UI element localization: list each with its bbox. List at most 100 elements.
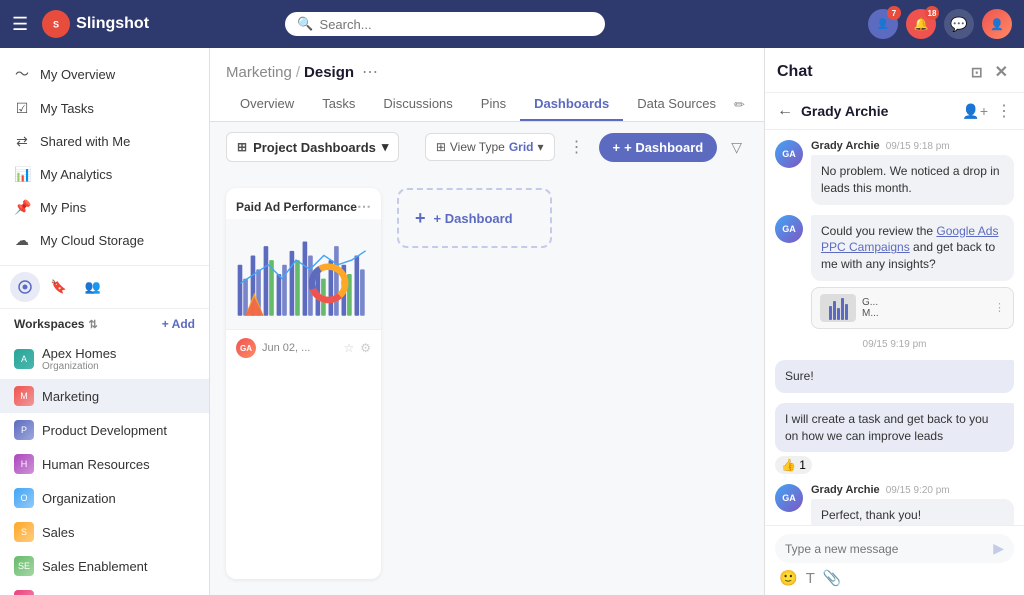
chat-input-area: ▶ 🙂 T 📎 xyxy=(765,525,1024,595)
sidebar-item-analytics[interactable]: 📊 My Analytics xyxy=(0,158,209,191)
search-bar[interactable]: 🔍 xyxy=(285,12,605,36)
chat-input[interactable] xyxy=(785,542,989,556)
chat-subheader-more-btn[interactable]: ⋮ xyxy=(996,101,1012,121)
breadcrumb: Marketing / Design ⋯ xyxy=(226,48,748,82)
sidebar-item-overview[interactable]: 〜 My Overview xyxy=(0,56,209,92)
msg-reaction[interactable]: 👍 1 xyxy=(775,456,812,474)
workspaces-label: Workspaces xyxy=(14,317,84,331)
sidebar-item-shared[interactable]: ⇄ Shared with Me xyxy=(0,125,209,158)
chat-user-name: Grady Archie xyxy=(801,103,954,119)
msg-content-5: Grady Archie 09/15 9:20 pm Perfect, than… xyxy=(811,484,1014,525)
workspace-sales-icon: S xyxy=(14,522,34,542)
tab-tasks[interactable]: Tasks xyxy=(308,88,369,121)
workspace-product[interactable]: P Product Development ⋮ xyxy=(0,413,209,447)
logo-icon: S xyxy=(42,10,70,38)
sidebar-item-tasks[interactable]: ☑ My Tasks xyxy=(0,92,209,125)
workspace-apex-sub: Organization xyxy=(42,361,171,372)
chat-close-btn[interactable]: ✕ xyxy=(991,60,1012,84)
attach-more-btn[interactable]: ⋮ xyxy=(994,301,1005,314)
card-more-btn[interactable]: ⋯ xyxy=(357,198,371,215)
filter-btn[interactable]: ▽ xyxy=(725,135,748,160)
chat-send-btn[interactable]: ▶ xyxy=(993,540,1004,557)
workspace-sales[interactable]: S Sales ⋮ xyxy=(0,515,209,549)
sidebar-people-btn[interactable]: 👥 xyxy=(78,272,108,302)
text-format-btn[interactable]: T xyxy=(806,570,815,587)
msg-header-1: Grady Archie 09/15 9:18 pm xyxy=(811,140,1014,152)
sidebar-bookmark-btn[interactable]: 🔖 xyxy=(44,272,74,302)
workspace-hr[interactable]: H Human Resources ⋮ xyxy=(0,447,209,481)
notifications-avatar[interactable]: 👤 7 xyxy=(868,9,898,39)
chat-header-actions: ⊡ ✕ xyxy=(967,60,1012,84)
search-input[interactable] xyxy=(320,17,594,32)
add-workspace-btn[interactable]: + Add xyxy=(162,317,195,331)
workspace-org[interactable]: O Organization ⋮ xyxy=(0,481,209,515)
workspace-sales-name-wrap: Sales xyxy=(42,525,171,540)
sidebar-item-shared-label: Shared with Me xyxy=(40,134,130,149)
hamburger-menu[interactable]: ☰ xyxy=(12,14,28,35)
overview-icon: 〜 xyxy=(14,64,30,84)
msg-row-5: GA Grady Archie 09/15 9:20 pm Perfect, t… xyxy=(775,484,1014,525)
tab-pins[interactable]: Pins xyxy=(467,88,520,121)
workspace-org-name-wrap: Organization xyxy=(42,491,171,506)
msg-text-1: No problem. We noticed a drop in leads t… xyxy=(821,164,1000,195)
add-btn-label: + Dashboard xyxy=(624,140,703,155)
sort-icon[interactable]: ⇅ xyxy=(88,318,97,331)
msg-avatar-grady-2: GA xyxy=(775,215,803,243)
tab-datasources[interactable]: Data Sources xyxy=(623,88,730,121)
tab-dashboards[interactable]: Dashboards xyxy=(520,88,623,121)
sidebar-item-cloud[interactable]: ☁ My Cloud Storage xyxy=(0,224,209,257)
attachment-btn[interactable]: 📎 xyxy=(823,569,842,587)
app-name: Slingshot xyxy=(76,15,149,33)
emoji-btn[interactable]: 🙂 xyxy=(779,569,798,587)
card-options-btn[interactable]: ⚙ xyxy=(360,341,371,355)
chat-add-user-btn[interactable]: 👤+ xyxy=(962,103,988,120)
sidebar-layers-btn[interactable] xyxy=(10,272,40,302)
msg-bubble-1: No problem. We noticed a drop in leads t… xyxy=(811,155,1014,205)
msg-link[interactable]: Google Ads PPC Campaigns xyxy=(821,224,998,255)
add-dashboard-btn[interactable]: + + Dashboard xyxy=(599,133,718,162)
chat-back-btn[interactable]: ← xyxy=(777,102,793,120)
dashboard-selector[interactable]: ⊞ Project Dashboards ▾ xyxy=(226,132,399,162)
selector-label: Project Dashboards xyxy=(253,140,376,155)
search-icon: 🔍 xyxy=(297,16,313,32)
add-dashboard-card[interactable]: + + Dashboard xyxy=(397,188,552,248)
alert-badge: 18 xyxy=(925,6,939,20)
workspace-apex[interactable]: A Apex Homes Organization ⋮ xyxy=(0,339,209,379)
workspace-apex-name: Apex Homes xyxy=(42,346,171,361)
toolbar-more-btn[interactable]: ⋮ xyxy=(563,133,591,161)
dashboard-card-paid-ad[interactable]: Paid Ad Performance ⋯ xyxy=(226,188,381,579)
workspace-keyacc[interactable]: K Key Accounts ⋮ xyxy=(0,583,209,595)
msg-time-1: 09/15 9:18 pm xyxy=(886,141,950,152)
chat-tools: 🙂 T 📎 xyxy=(775,563,1014,587)
alerts-avatar[interactable]: 🔔 18 xyxy=(906,9,936,39)
card-star-btn[interactable]: ☆ xyxy=(343,341,354,355)
notification-badge: 7 xyxy=(887,6,901,20)
workspace-hr-name: Human Resources xyxy=(42,457,171,472)
user-avatar[interactable]: 👤 xyxy=(982,9,1012,39)
tab-edit-icon[interactable]: ✏ xyxy=(730,89,749,121)
view-grid-label: Grid xyxy=(509,140,534,154)
workspace-sales-name: Sales xyxy=(42,525,171,540)
breadcrumb-separator: / xyxy=(296,64,300,81)
card-header: Paid Ad Performance ⋯ xyxy=(226,188,381,219)
breadcrumb-parent[interactable]: Marketing xyxy=(226,64,292,81)
workspace-apex-name-wrap: Apex Homes Organization xyxy=(42,346,171,372)
view-type-btn[interactable]: ⊞ View Type Grid ▾ xyxy=(425,133,555,161)
content-area: Marketing / Design ⋯ Overview Tasks Disc… xyxy=(210,48,764,595)
view-type-icon: ⊞ xyxy=(436,140,446,154)
chat-subheader: ← Grady Archie 👤+ ⋮ xyxy=(765,93,1024,130)
workspace-salesenb[interactable]: SE Sales Enablement ⋮ xyxy=(0,549,209,583)
sidebar-item-pins[interactable]: 📌 My Pins xyxy=(0,191,209,224)
chat-icon-btn[interactable]: 💬 xyxy=(944,9,974,39)
msg-content-4: I will create a task and get back to you… xyxy=(775,403,1014,475)
grid-icon: ⊞ xyxy=(237,140,247,154)
sidebar-nav: 〜 My Overview ☑ My Tasks ⇄ Shared with M… xyxy=(0,48,209,265)
attach-name: G...M... xyxy=(862,297,988,319)
msg-row-1: GA Grady Archie 09/15 9:18 pm No problem… xyxy=(775,140,1014,205)
msg-name-1: Grady Archie xyxy=(811,140,880,152)
tab-overview[interactable]: Overview xyxy=(226,88,308,121)
breadcrumb-more-icon[interactable]: ⋯ xyxy=(362,62,378,82)
tab-discussions[interactable]: Discussions xyxy=(369,88,466,121)
chat-expand-btn[interactable]: ⊡ xyxy=(967,62,987,83)
workspace-marketing[interactable]: M Marketing ⋮ xyxy=(0,379,209,413)
